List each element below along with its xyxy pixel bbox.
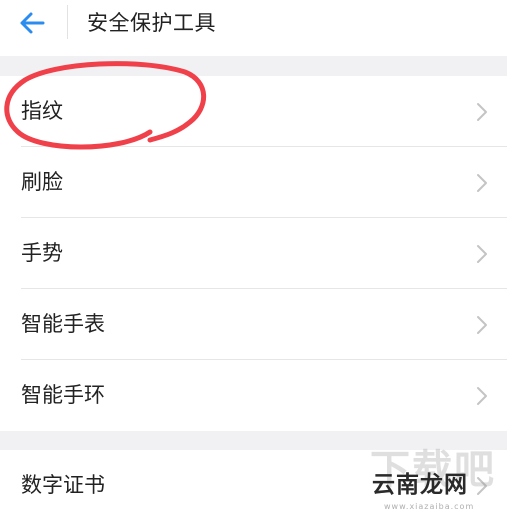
- page-title: 安全保护工具: [87, 11, 216, 35]
- list-item-label: 指纹: [21, 99, 63, 123]
- list-item-smartband[interactable]: 智能手环: [0, 360, 507, 431]
- list-item-label: 智能手表: [21, 312, 105, 336]
- chevron-right-icon: [477, 103, 487, 121]
- list-item-fingerprint[interactable]: 指纹: [0, 76, 507, 147]
- chevron-right-icon: [477, 174, 487, 192]
- arrow-left-icon: [20, 12, 45, 34]
- list-item-face[interactable]: 刷脸: [0, 147, 507, 218]
- back-button[interactable]: [10, 6, 54, 40]
- section-gap: [0, 431, 507, 450]
- list-item-label: 手势: [21, 241, 63, 265]
- list-item-label: 智能手环: [21, 383, 105, 407]
- chevron-right-icon: [477, 316, 487, 334]
- list-item-gesture[interactable]: 手势: [0, 218, 507, 289]
- list-item-label: 刷脸: [21, 170, 63, 194]
- header-divider: [67, 5, 68, 39]
- chevron-right-icon: [477, 477, 487, 495]
- header-bar: 安全保护工具: [0, 0, 507, 56]
- list-item-certificate[interactable]: 数字证书: [0, 450, 507, 521]
- section-gap: [0, 56, 507, 76]
- list-item-smartwatch[interactable]: 智能手表: [0, 289, 507, 360]
- list-item-label: 数字证书: [21, 473, 105, 497]
- chevron-right-icon: [477, 245, 487, 263]
- chevron-right-icon: [477, 387, 487, 405]
